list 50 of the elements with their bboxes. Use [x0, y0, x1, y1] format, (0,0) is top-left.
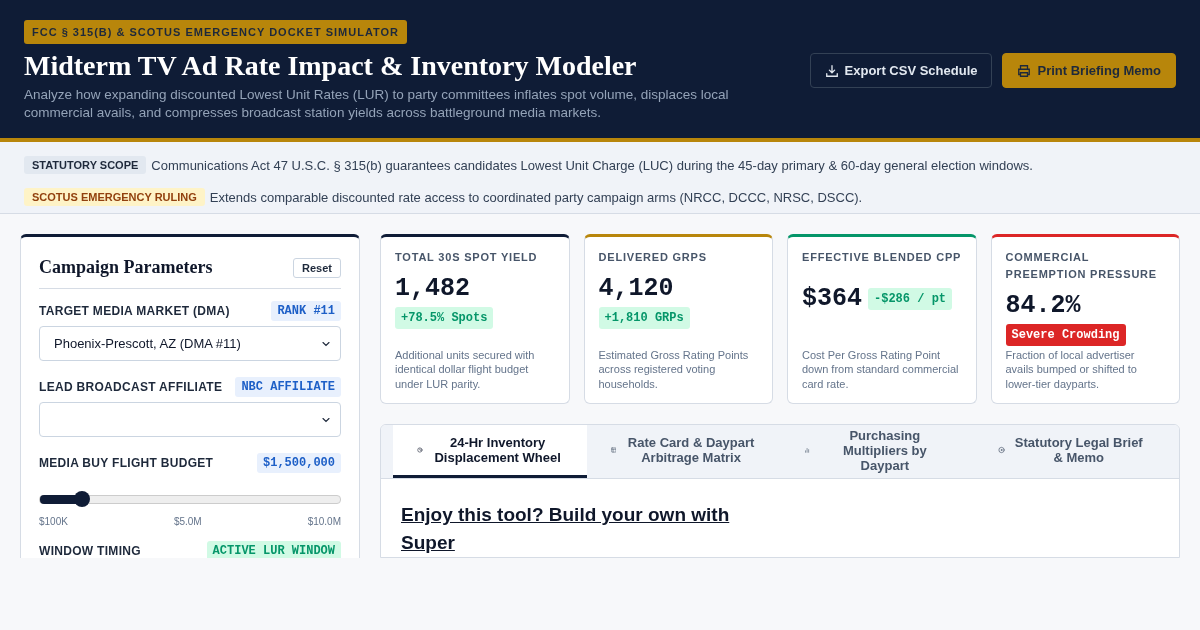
- print-button[interactable]: Print Briefing Memo: [1002, 53, 1176, 88]
- export-button[interactable]: Export CSV Schedule: [809, 53, 993, 88]
- tab[interactable]: Purchasing Multipliers by Daypart: [780, 425, 974, 478]
- metric-label: COMMERCIAL PREEMPTION PRESSURE: [1005, 250, 1158, 282]
- metric-label: EFFECTIVE BLENDED CPP: [802, 250, 962, 265]
- metric-value: 1,482: [395, 274, 471, 303]
- dropdown[interactable]: Phoenix-Prescott, AZ (DMA #11): [39, 326, 341, 361]
- promo-link[interactable]: Enjoy this tool? Build your own with Super: [401, 501, 741, 557]
- slider-tick-label: $5.0M: [173, 516, 202, 527]
- bar-chart-icon: [804, 445, 811, 455]
- slider-tick-label: $10.0M: [307, 516, 341, 527]
- delta-badge: +1,810 GRPs: [598, 307, 690, 329]
- notice-tag: SCOTUS EMERGENCY RULING: [24, 188, 205, 206]
- printer-icon: [1017, 63, 1032, 78]
- notice-text: Communications Act 47 U.S.C. § 315(b) guarantees candidates Lowest Unit Charge (LUC) during the 45-day primary & 60-day general election windows.: [151, 157, 1033, 173]
- metric-value: 84.2%: [1005, 291, 1082, 320]
- value-badge: RANK #11: [271, 301, 341, 321]
- tab[interactable]: Statutory Legal Brief & Memo: [973, 425, 1167, 478]
- delta-badge: Severe Crowding: [1005, 324, 1126, 346]
- metric-note: Estimated Gross Rating Points across registered voting households.: [598, 347, 750, 391]
- circle-icon: [997, 445, 1005, 455]
- notice-text: Extends comparable discounted rate access to coordinated party campaign arms (NRCC, DCCC, NRSC, DSCC).: [209, 189, 863, 205]
- delta-badge: -$286 / pt: [868, 287, 953, 310]
- metric-value: 4,120: [598, 274, 675, 303]
- metric-value: $364: [802, 284, 862, 313]
- header-badge: FCC § 315(B) & SCOTUS EMERGENCY DOCKET SIMULATOR: [24, 20, 408, 44]
- tab[interactable]: 24-Hr Inventory Displacement Wheel: [393, 425, 587, 478]
- page-title: Midterm TV Ad Rate Impact & Inventory Modeler: [24, 50, 638, 82]
- metric-note: Additional units secured with identical dollar flight budget under LUR parity.: [395, 347, 536, 391]
- field-label: TARGET MEDIA MARKET (DMA): [39, 304, 230, 318]
- value-badge: ACTIVE LUR WINDOW: [206, 541, 341, 558]
- notice-tag: STATUTORY SCOPE: [24, 156, 147, 174]
- reset-button[interactable]: Reset: [293, 257, 341, 278]
- field-label: LEAD BROADCAST AFFILIATE: [39, 380, 223, 394]
- tab[interactable]: Rate Card & Daypart Arbitrage Matrix: [586, 425, 780, 478]
- delta-badge: +78.5% Spots: [395, 307, 494, 329]
- field-label: WINDOW TIMING: [39, 544, 141, 558]
- field-label: MEDIA BUY FLIGHT BUDGET: [39, 456, 214, 470]
- page-subtitle: Analyze how expanding discounted Lowest Unit Rates (LUR) to party committees inflates spot volume, displaces local commercial avails, and compresses broadcast station yields across battleground media markets.: [24, 86, 730, 122]
- panel-title: Campaign Parameters: [39, 257, 213, 278]
- metric-label: DELIVERED GRPS: [598, 250, 708, 265]
- value-badge: $1,500,000: [257, 453, 341, 473]
- table-icon: [610, 445, 617, 455]
- slider-tick-label: $100K: [39, 516, 68, 527]
- value-badge: NBC AFFILIATE: [235, 377, 341, 397]
- metric-note: Cost Per Gross Rating Point down from standard commercial card rate.: [802, 347, 960, 391]
- metric-label: TOTAL 30S SPOT YIELD: [395, 250, 539, 265]
- metric-note: Fraction of local advertiser avails bumped or shifted to lower-tier dayparts.: [1005, 347, 1138, 391]
- download-icon: [824, 63, 839, 78]
- slider-thumb[interactable]: [74, 491, 90, 507]
